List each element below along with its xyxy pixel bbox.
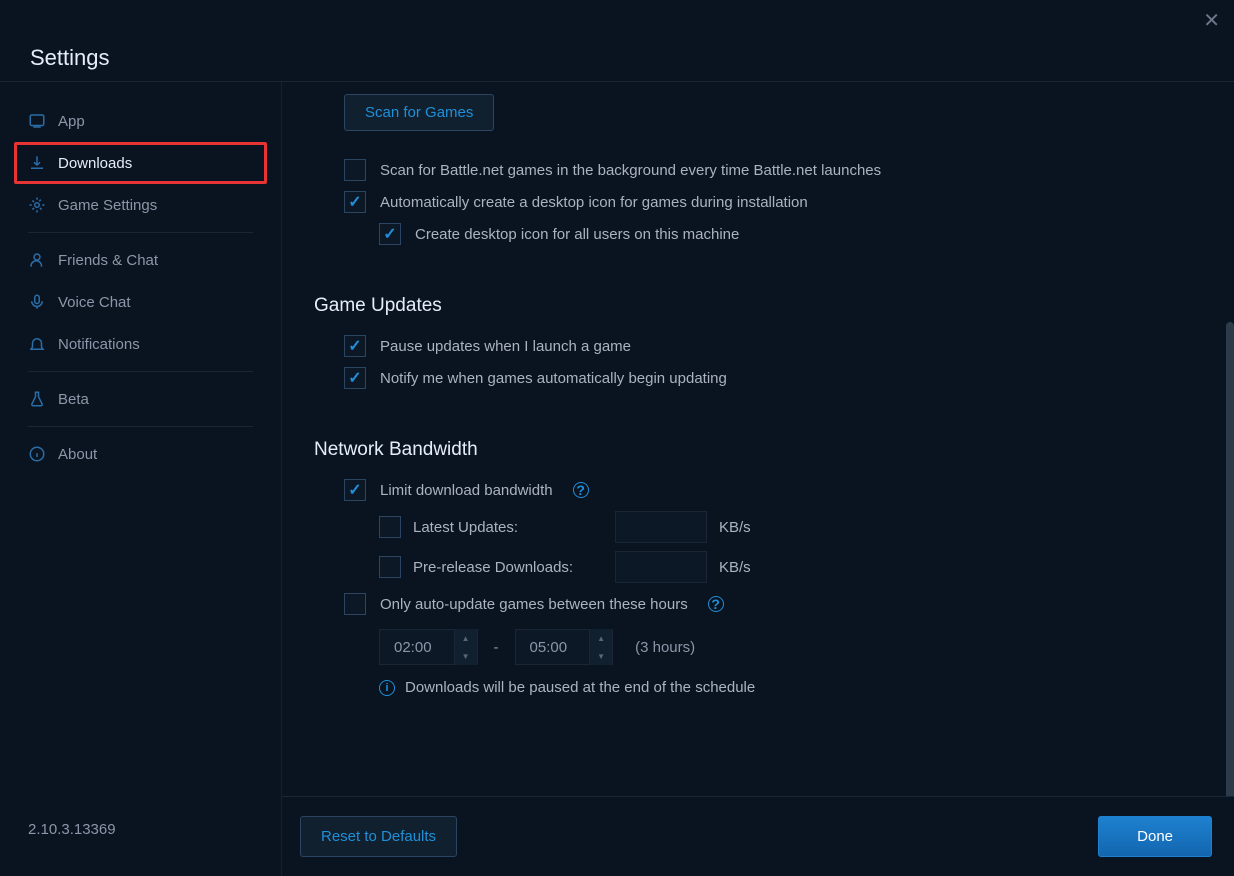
option-pause-on-launch: Pause updates when I launch a game [344, 335, 1202, 357]
section-network-bandwidth: Network Bandwidth [314, 439, 1202, 461]
spinner: ▲ ▼ [454, 629, 477, 665]
checkbox-prerelease-downloads[interactable] [379, 556, 401, 578]
spinner-down-icon[interactable]: ▼ [590, 647, 612, 665]
sidebar-item-label: Game Settings [58, 197, 157, 214]
sidebar-separator [28, 371, 253, 372]
spinner-up-icon[interactable]: ▲ [590, 629, 612, 647]
mic-icon [28, 293, 46, 311]
sidebar-item-label: App [58, 113, 85, 130]
option-scan-background: Scan for Battle.net games in the backgro… [344, 159, 1202, 181]
option-label: Notify me when games automatically begin… [380, 370, 727, 387]
settings-content: Scan for Games Scan for Battle.net games… [282, 82, 1234, 796]
sidebar-item-label: Friends & Chat [58, 252, 158, 269]
sidebar-item-notifications[interactable]: Notifications [14, 323, 267, 365]
option-limit-bandwidth: Limit download bandwidth ? [344, 479, 1202, 501]
checkbox-notify-auto-update[interactable] [344, 367, 366, 389]
version-label: 2.10.3.13369 [14, 801, 267, 858]
schedule-info-text: Downloads will be paused at the end of t… [405, 679, 755, 696]
time-separator: - [490, 639, 503, 656]
spinner-up-icon[interactable]: ▲ [455, 629, 477, 647]
option-label: Pause updates when I launch a game [380, 338, 631, 355]
option-label: Only auto-update games between these hou… [380, 596, 688, 613]
sidebar-item-beta[interactable]: Beta [14, 378, 267, 420]
sidebar-item-downloads[interactable]: Downloads [14, 142, 267, 184]
checkbox-scan-background[interactable] [344, 159, 366, 181]
sidebar-separator [28, 232, 253, 233]
header: Settings ✕ [0, 0, 1234, 82]
friends-icon [28, 251, 46, 269]
settings-window: Settings ✕ App Downloads Game Settings F… [0, 0, 1234, 876]
checkbox-auto-update-hours[interactable] [344, 593, 366, 615]
option-auto-update-hours: Only auto-update games between these hou… [344, 593, 1202, 615]
input-latest-updates-kb[interactable] [615, 511, 707, 543]
option-desktop-icon-all-users: Create desktop icon for all users on thi… [379, 223, 1202, 245]
sidebar-item-label: Voice Chat [58, 294, 131, 311]
gear-icon [28, 196, 46, 214]
option-prerelease-downloads: Pre-release Downloads: KB/s [379, 551, 1202, 583]
section-game-updates: Game Updates [314, 295, 1202, 317]
unit-label: KB/s [719, 559, 751, 576]
spinner: ▲ ▼ [589, 629, 612, 665]
time-start-input[interactable]: 02:00 ▲ ▼ [379, 629, 478, 665]
info-icon [28, 445, 46, 463]
time-end-input[interactable]: 05:00 ▲ ▼ [515, 629, 614, 665]
app-icon [28, 112, 46, 130]
flask-icon [28, 390, 46, 408]
time-end-value: 05:00 [516, 639, 590, 656]
option-label: Latest Updates: [413, 519, 603, 536]
download-icon [28, 154, 46, 172]
sidebar-item-app[interactable]: App [14, 100, 267, 142]
main-panel: Scan for Games Scan for Battle.net games… [282, 82, 1234, 876]
sidebar-item-about[interactable]: About [14, 433, 267, 475]
checkbox-limit-bandwidth[interactable] [344, 479, 366, 501]
scrollbar-thumb[interactable] [1226, 322, 1234, 796]
info-icon: i [379, 680, 395, 696]
checkbox-auto-desktop-icon[interactable] [344, 191, 366, 213]
checkbox-latest-updates[interactable] [379, 516, 401, 538]
body: App Downloads Game Settings Friends & Ch… [0, 82, 1234, 876]
help-icon[interactable]: ? [708, 596, 724, 612]
option-latest-updates: Latest Updates: KB/s [379, 511, 1202, 543]
time-duration: (3 hours) [635, 639, 695, 656]
footer: Reset to Defaults Done [282, 796, 1234, 876]
sidebar-item-game-settings[interactable]: Game Settings [14, 184, 267, 226]
option-label: Create desktop icon for all users on thi… [415, 226, 739, 243]
close-icon[interactable]: ✕ [1203, 8, 1220, 33]
window-title: Settings [30, 45, 110, 71]
reset-defaults-button[interactable]: Reset to Defaults [300, 816, 457, 857]
time-start-value: 02:00 [380, 639, 454, 656]
option-label: Pre-release Downloads: [413, 559, 603, 576]
sidebar-item-label: Beta [58, 391, 89, 408]
option-label: Limit download bandwidth [380, 482, 553, 499]
bell-icon [28, 335, 46, 353]
checkbox-pause-on-launch[interactable] [344, 335, 366, 357]
checkbox-desktop-all-users[interactable] [379, 223, 401, 245]
option-label: Scan for Battle.net games in the backgro… [380, 162, 881, 179]
done-button[interactable]: Done [1098, 816, 1212, 857]
spinner-down-icon[interactable]: ▼ [455, 647, 477, 665]
sidebar-item-label: About [58, 446, 97, 463]
scan-games-button[interactable]: Scan for Games [344, 94, 494, 131]
sidebar: App Downloads Game Settings Friends & Ch… [0, 82, 282, 876]
option-notify-auto-update: Notify me when games automatically begin… [344, 367, 1202, 389]
unit-label: KB/s [719, 519, 751, 536]
input-prerelease-kb[interactable] [615, 551, 707, 583]
sidebar-item-friends[interactable]: Friends & Chat [14, 239, 267, 281]
sidebar-item-voice[interactable]: Voice Chat [14, 281, 267, 323]
help-icon[interactable]: ? [573, 482, 589, 498]
schedule-info-row: i Downloads will be paused at the end of… [379, 679, 1202, 696]
sidebar-item-label: Notifications [58, 336, 140, 353]
sidebar-item-label: Downloads [58, 155, 132, 172]
option-label: Automatically create a desktop icon for … [380, 194, 808, 211]
time-range-row: 02:00 ▲ ▼ - 05:00 ▲ ▼ (3 ho [379, 629, 1202, 665]
option-auto-desktop-icon: Automatically create a desktop icon for … [344, 191, 1202, 213]
sidebar-separator [28, 426, 253, 427]
